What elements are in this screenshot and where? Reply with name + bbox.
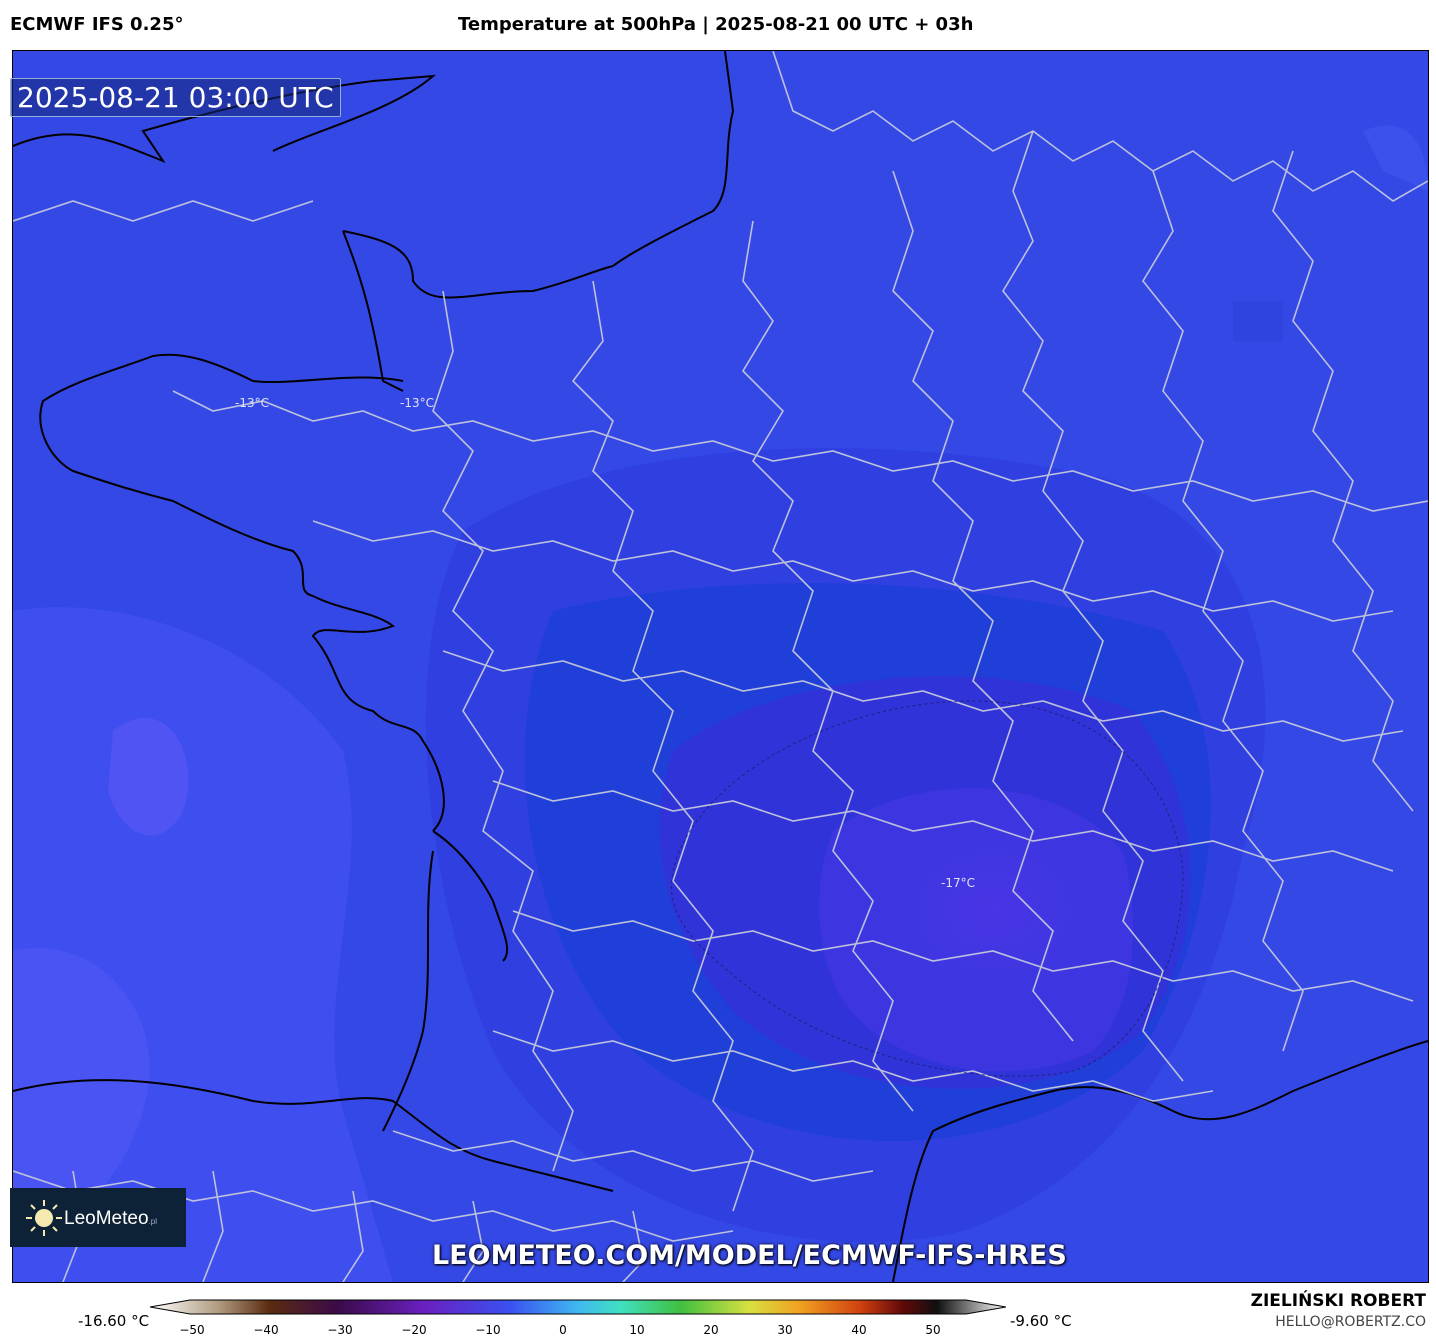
- colorbar-tick: −10: [475, 1323, 501, 1337]
- colorbar-tick: 20: [703, 1323, 719, 1337]
- temp-label-normandy: -13°C: [400, 396, 434, 410]
- colorbar-tick: 10: [629, 1323, 645, 1337]
- model-url-watermark: LEOMETEO.COM/MODEL/ECMWF-IFS-HRES: [432, 1240, 1067, 1271]
- colorbar-min-label: -16.60 °C: [78, 1312, 150, 1330]
- colorbar-tick: 30: [777, 1323, 793, 1337]
- colorbar-tick: −50: [179, 1323, 205, 1337]
- map-area[interactable]: -13°C -13°C -17°C: [12, 50, 1429, 1283]
- colorbar-tick: −20: [401, 1323, 427, 1337]
- colorbar-tick: −40: [253, 1323, 279, 1337]
- leometeo-logo[interactable]: LeoMeteo.pl: [10, 1188, 186, 1247]
- author-email[interactable]: HELLO@ROBERTZ.CO: [1275, 1314, 1426, 1330]
- temp-label-brittany: -13°C: [235, 396, 269, 410]
- sun-icon: [26, 1200, 62, 1236]
- temperature-map: [13, 51, 1428, 1282]
- colorbar-tick: 50: [925, 1323, 941, 1337]
- temp-label-central: -17°C: [941, 876, 975, 890]
- colorbar-tick: 40: [851, 1323, 867, 1337]
- chart-title: Temperature at 500hPa | 2025-08-21 00 UT…: [458, 14, 974, 35]
- author-name: ZIELIŃSKI ROBERT: [1250, 1291, 1426, 1311]
- valid-time-badge: 2025-08-21 03:00 UTC: [10, 78, 341, 117]
- colorbar: [150, 1299, 1006, 1315]
- colorbar-tick: 0: [559, 1323, 567, 1337]
- model-name: ECMWF IFS 0.25°: [10, 14, 184, 35]
- colorbar-max-label: -9.60 °C: [1010, 1312, 1072, 1330]
- colorbar-tick: −30: [327, 1323, 353, 1337]
- logo-text: LeoMeteo.pl: [64, 1208, 157, 1229]
